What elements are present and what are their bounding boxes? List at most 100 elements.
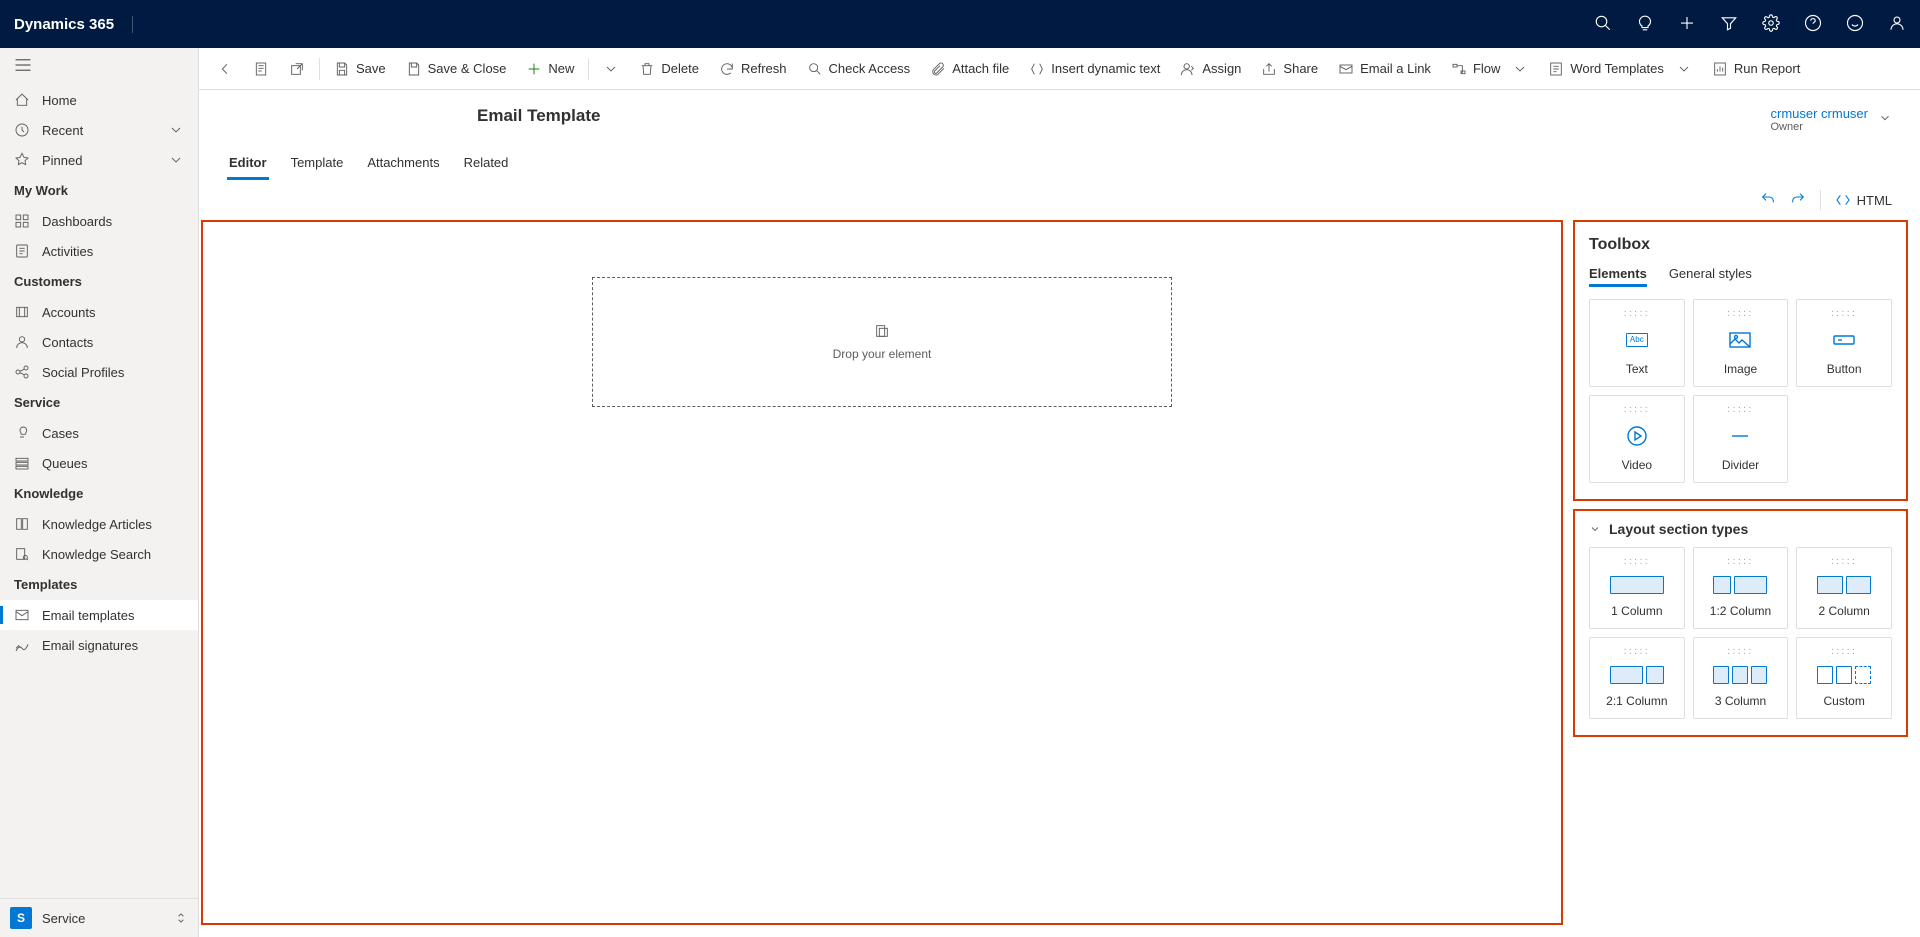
sidebar-item-email-signatures[interactable]: Email signatures <box>0 630 198 660</box>
grip-icon: ∙∙∙∙∙∙∙∙∙∙ <box>1727 648 1753 656</box>
grip-icon: ∙∙∙∙∙∙∙∙∙∙ <box>1727 558 1753 566</box>
layout-12-column[interactable]: ∙∙∙∙∙∙∙∙∙∙ 1:2 Column <box>1693 547 1789 629</box>
area-initial: S <box>10 907 32 929</box>
lightbulb-icon[interactable] <box>1636 14 1654 35</box>
record-icon[interactable] <box>243 48 279 89</box>
tab-related[interactable]: Related <box>462 147 511 180</box>
layout-2-column[interactable]: ∙∙∙∙∙∙∙∙∙∙ 2 Column <box>1796 547 1892 629</box>
grip-icon: ∙∙∙∙∙∙∙∙∙∙ <box>1624 310 1650 318</box>
page-title: Email Template <box>477 106 600 126</box>
back-button[interactable] <box>207 48 243 89</box>
chevron-down-icon <box>1589 523 1601 535</box>
sidebar-item-queues[interactable]: Queues <box>0 448 198 478</box>
grip-icon: ∙∙∙∙∙∙∙∙∙∙ <box>1624 406 1650 414</box>
sidebar-item-activities[interactable]: Activities <box>0 236 198 266</box>
topbar-right <box>1594 14 1906 35</box>
right-panel: Toolbox Elements General styles ∙∙∙∙∙∙∙∙… <box>1573 220 1908 925</box>
grip-icon: ∙∙∙∙∙∙∙∙∙∙ <box>1831 310 1857 318</box>
layout-3-column[interactable]: ∙∙∙∙∙∙∙∙∙∙ 3 Column <box>1693 637 1789 719</box>
toolbox-tab-styles[interactable]: General styles <box>1669 266 1752 287</box>
element-text[interactable]: ∙∙∙∙∙∙∙∙∙∙ Abc Text <box>1589 299 1685 387</box>
sidebar-item-pinned[interactable]: Pinned <box>0 145 198 175</box>
share-button[interactable]: Share <box>1251 48 1328 89</box>
refresh-button[interactable]: Refresh <box>709 48 797 89</box>
tab-template[interactable]: Template <box>289 147 346 180</box>
new-dropdown[interactable] <box>593 48 629 89</box>
owner-name[interactable]: crmuser crmuser <box>1770 106 1868 121</box>
sidebar-item-social[interactable]: Social Profiles <box>0 357 198 387</box>
word-templates-button[interactable]: Word Templates <box>1538 48 1701 89</box>
save-button[interactable]: Save <box>324 48 396 89</box>
sidebar-item-email-templates[interactable]: Email templates <box>0 600 198 630</box>
undo-button[interactable] <box>1760 191 1776 210</box>
sidebar-item-recent[interactable]: Recent <box>0 115 198 145</box>
search-icon[interactable] <box>1594 14 1612 35</box>
sidebar-item-articles[interactable]: Knowledge Articles <box>0 509 198 539</box>
layout-1-column[interactable]: ∙∙∙∙∙∙∙∙∙∙ 1 Column <box>1589 547 1685 629</box>
sidebar-header-customers: Customers <box>0 266 198 297</box>
grip-icon: ∙∙∙∙∙∙∙∙∙∙ <box>1727 310 1753 318</box>
sidebar-header-mywork: My Work <box>0 175 198 206</box>
filter-icon[interactable] <box>1720 14 1738 35</box>
tab-attachments[interactable]: Attachments <box>365 147 441 180</box>
help-icon[interactable] <box>1804 14 1822 35</box>
editor-content: Drop your element Toolbox Elements Gener… <box>199 220 1920 937</box>
sidebar-item-home[interactable]: Home <box>0 85 198 115</box>
check-access-button[interactable]: Check Access <box>797 48 921 89</box>
element-button[interactable]: ∙∙∙∙∙∙∙∙∙∙ Button <box>1796 299 1892 387</box>
element-video[interactable]: ∙∙∙∙∙∙∙∙∙∙ Video <box>1589 395 1685 483</box>
person-icon[interactable] <box>1888 14 1906 35</box>
element-image[interactable]: ∙∙∙∙∙∙∙∙∙∙ Image <box>1693 299 1789 387</box>
layout-custom[interactable]: ∙∙∙∙∙∙∙∙∙∙ Custom <box>1796 637 1892 719</box>
tab-editor[interactable]: Editor <box>227 147 269 180</box>
toolbox-tab-elements[interactable]: Elements <box>1589 266 1647 287</box>
brand: Dynamics 365 <box>14 16 133 33</box>
layout-header[interactable]: Layout section types <box>1589 521 1892 537</box>
sidebar-header-service: Service <box>0 387 198 418</box>
email-link-button[interactable]: Email a Link <box>1328 48 1441 89</box>
layout-panel: Layout section types ∙∙∙∙∙∙∙∙∙∙ 1 Column… <box>1573 509 1908 737</box>
html-button[interactable]: HTML <box>1835 192 1892 208</box>
settings-icon[interactable] <box>1762 14 1780 35</box>
sidebar-item-cases[interactable]: Cases <box>0 418 198 448</box>
toolbox-panel: Toolbox Elements General styles ∙∙∙∙∙∙∙∙… <box>1573 220 1908 501</box>
toolbox-tabs: Elements General styles <box>1589 266 1892 287</box>
sidebar: Home Recent Pinned My Work Dashboards Ac… <box>0 48 199 937</box>
grip-icon: ∙∙∙∙∙∙∙∙∙∙ <box>1831 648 1857 656</box>
chevron-down-icon <box>168 122 184 138</box>
assign-button[interactable]: Assign <box>1170 48 1251 89</box>
sidebar-item-accounts[interactable]: Accounts <box>0 297 198 327</box>
sidebar-area-switcher[interactable]: S Service <box>0 898 198 937</box>
plus-icon[interactable] <box>1678 14 1696 35</box>
grip-icon: ∙∙∙∙∙∙∙∙∙∙ <box>1727 406 1753 414</box>
redo-button[interactable] <box>1790 191 1806 210</box>
record-tabs: Editor Template Attachments Related <box>199 147 1920 180</box>
owner-label: Owner <box>1770 121 1868 133</box>
run-report-button[interactable]: Run Report <box>1702 48 1810 89</box>
new-button[interactable]: New <box>516 48 584 89</box>
page-header: Email Template crmuser crmuser Owner <box>199 90 1920 141</box>
popout-icon[interactable] <box>279 48 315 89</box>
layout-21-column[interactable]: ∙∙∙∙∙∙∙∙∙∙ 2:1 Column <box>1589 637 1685 719</box>
attach-file-button[interactable]: Attach file <box>920 48 1019 89</box>
flow-button[interactable]: Flow <box>1441 48 1538 89</box>
sidebar-item-contacts[interactable]: Contacts <box>0 327 198 357</box>
element-divider[interactable]: ∙∙∙∙∙∙∙∙∙∙ Divider <box>1693 395 1789 483</box>
grip-icon: ∙∙∙∙∙∙∙∙∙∙ <box>1624 648 1650 656</box>
toolbox-title: Toolbox <box>1589 236 1892 254</box>
chevron-down-icon[interactable] <box>1878 111 1892 128</box>
drop-zone[interactable]: Drop your element <box>592 277 1172 407</box>
owner-block[interactable]: crmuser crmuser Owner <box>1770 106 1892 133</box>
grip-icon: ∙∙∙∙∙∙∙∙∙∙ <box>1624 558 1650 566</box>
delete-button[interactable]: Delete <box>629 48 709 89</box>
sidebar-item-search[interactable]: Knowledge Search <box>0 539 198 569</box>
smile-icon[interactable] <box>1846 14 1864 35</box>
updown-icon <box>174 910 188 926</box>
save-close-button[interactable]: Save & Close <box>396 48 517 89</box>
canvas[interactable]: Drop your element <box>201 220 1563 925</box>
chevron-down-icon <box>168 152 184 168</box>
sidebar-item-dashboards[interactable]: Dashboards <box>0 206 198 236</box>
insert-dynamic-button[interactable]: Insert dynamic text <box>1019 48 1170 89</box>
hamburger-button[interactable] <box>0 48 198 85</box>
sidebar-header-knowledge: Knowledge <box>0 478 198 509</box>
